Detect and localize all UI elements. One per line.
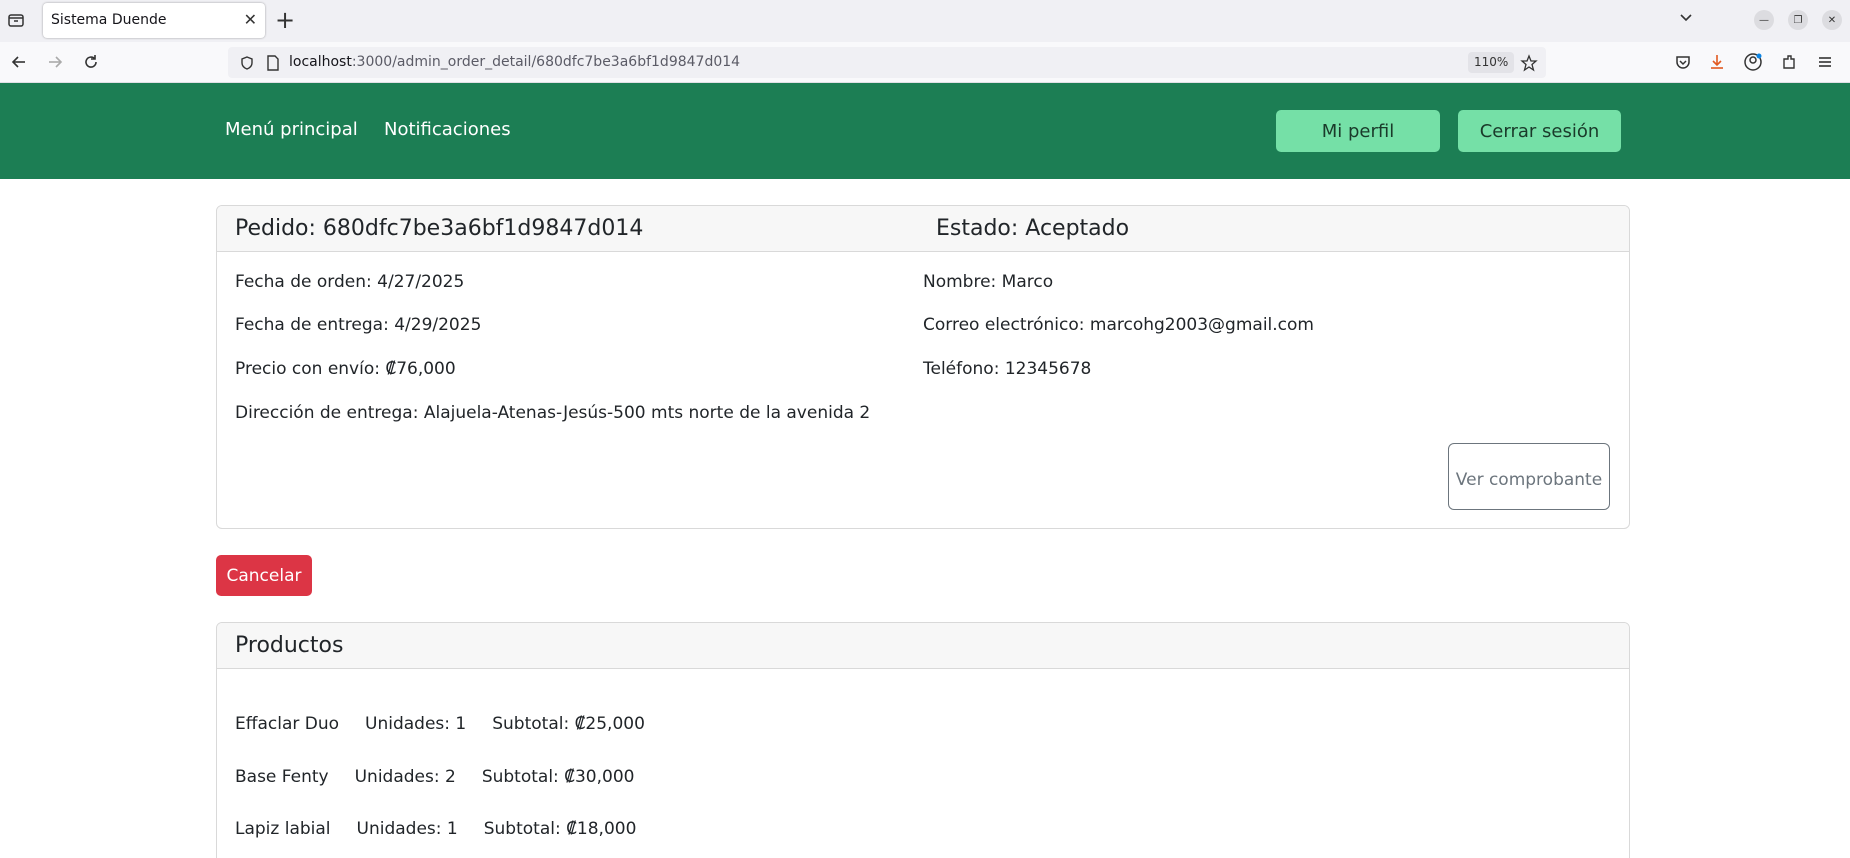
product-subtotal: Subtotal: ₡18,000 — [483, 819, 637, 839]
app-header: Menú principal Notificaciones Mi perfil … — [0, 83, 1850, 179]
back-arrow-icon[interactable] — [8, 51, 30, 73]
zoom-level[interactable]: 110% — [1468, 52, 1515, 73]
download-icon[interactable] — [1706, 51, 1728, 73]
new-tab-icon[interactable]: + — [275, 7, 295, 33]
forward-arrow-icon[interactable] — [44, 51, 66, 73]
list-item: Base Fenty Unidades: 2 Subtotal: ₡30,000 — [235, 767, 660, 787]
order-card: Pedido: 680dfc7be3a6bf1d9847d014 Estado:… — [216, 205, 1630, 529]
product-subtotal: Subtotal: ₡30,000 — [481, 767, 635, 787]
products-card-header: Productos — [217, 623, 1629, 669]
shield-icon[interactable] — [236, 52, 258, 74]
cancel-order-button[interactable]: Cancelar — [216, 555, 312, 596]
customer-phone: Teléfono: 12345678 — [923, 359, 1092, 379]
nav-link-main-menu[interactable]: Menú principal — [225, 119, 358, 140]
bookmark-star-icon[interactable] — [1518, 52, 1540, 74]
url-bar[interactable]: localhost:3000/admin_order_detail/680dfc… — [228, 47, 1546, 78]
product-name: Base Fenty — [235, 767, 329, 787]
products-card: Productos Effaclar Duo Unidades: 1 Subtota… — [216, 622, 1630, 858]
customer-email: Correo electrónico: marcohg2003@gmail.co… — [923, 315, 1314, 335]
order-title: Pedido: 680dfc7be3a6bf1d9847d014 — [235, 216, 644, 241]
product-name: Lapiz labial — [235, 819, 331, 839]
nav-link-notifications[interactable]: Notificaciones — [384, 119, 511, 140]
tab-list-icon[interactable] — [6, 9, 26, 31]
close-icon[interactable]: ✕ — [244, 11, 257, 29]
hamburger-menu-icon[interactable] — [1814, 51, 1836, 73]
url-text: localhost:3000/admin_order_detail/680dfc… — [289, 54, 741, 70]
order-status: Estado: Aceptado — [936, 216, 1130, 241]
product-units: Unidades: 1 — [356, 819, 458, 839]
shipping-price: Precio con envío: ₡76,000 — [235, 359, 456, 379]
browser-tab-bar: Sistema Duende ✕ + — ❐ ✕ — [0, 0, 1850, 42]
browser-tab[interactable]: Sistema Duende ✕ — [43, 3, 265, 38]
profile-button[interactable]: Mi perfil — [1276, 110, 1440, 152]
reload-icon[interactable] — [80, 51, 102, 73]
window-close-icon[interactable]: ✕ — [1822, 10, 1842, 30]
product-units: Unidades: 2 — [354, 767, 456, 787]
account-icon[interactable] — [1742, 51, 1764, 73]
extensions-icon[interactable] — [1778, 51, 1800, 73]
restore-icon[interactable]: ❐ — [1788, 10, 1808, 30]
list-item: Lapiz labial Unidades: 1 Subtotal: ₡18,000 — [235, 819, 662, 839]
view-receipt-button[interactable]: Ver comprobante — [1448, 443, 1610, 510]
order-card-header: Pedido: 680dfc7be3a6bf1d9847d014 Estado:… — [217, 206, 1629, 252]
pocket-icon[interactable] — [1672, 51, 1694, 73]
delivery-address: Dirección de entrega: Alajuela-Atenas-Je… — [235, 403, 871, 423]
delivery-date: Fecha de entrega: 4/29/2025 — [235, 315, 482, 335]
logout-button[interactable]: Cerrar sesión — [1458, 110, 1621, 152]
list-item: Effaclar Duo Unidades: 1 Subtotal: ₡25,000 — [235, 714, 671, 734]
tab-title: Sistema Duende — [51, 12, 167, 28]
product-units: Unidades: 1 — [365, 714, 467, 734]
minimize-icon[interactable]: — — [1754, 10, 1774, 30]
page-icon[interactable] — [262, 52, 284, 74]
product-subtotal: Subtotal: ₡25,000 — [492, 714, 645, 734]
chevron-down-icon[interactable] — [1678, 10, 1694, 30]
order-date: Fecha de orden: 4/27/2025 — [235, 272, 465, 292]
browser-nav-bar: localhost:3000/admin_order_detail/680dfc… — [0, 42, 1850, 83]
customer-name: Nombre: Marco — [923, 272, 1054, 292]
products-title: Productos — [235, 633, 344, 658]
product-name: Effaclar Duo — [235, 714, 340, 734]
